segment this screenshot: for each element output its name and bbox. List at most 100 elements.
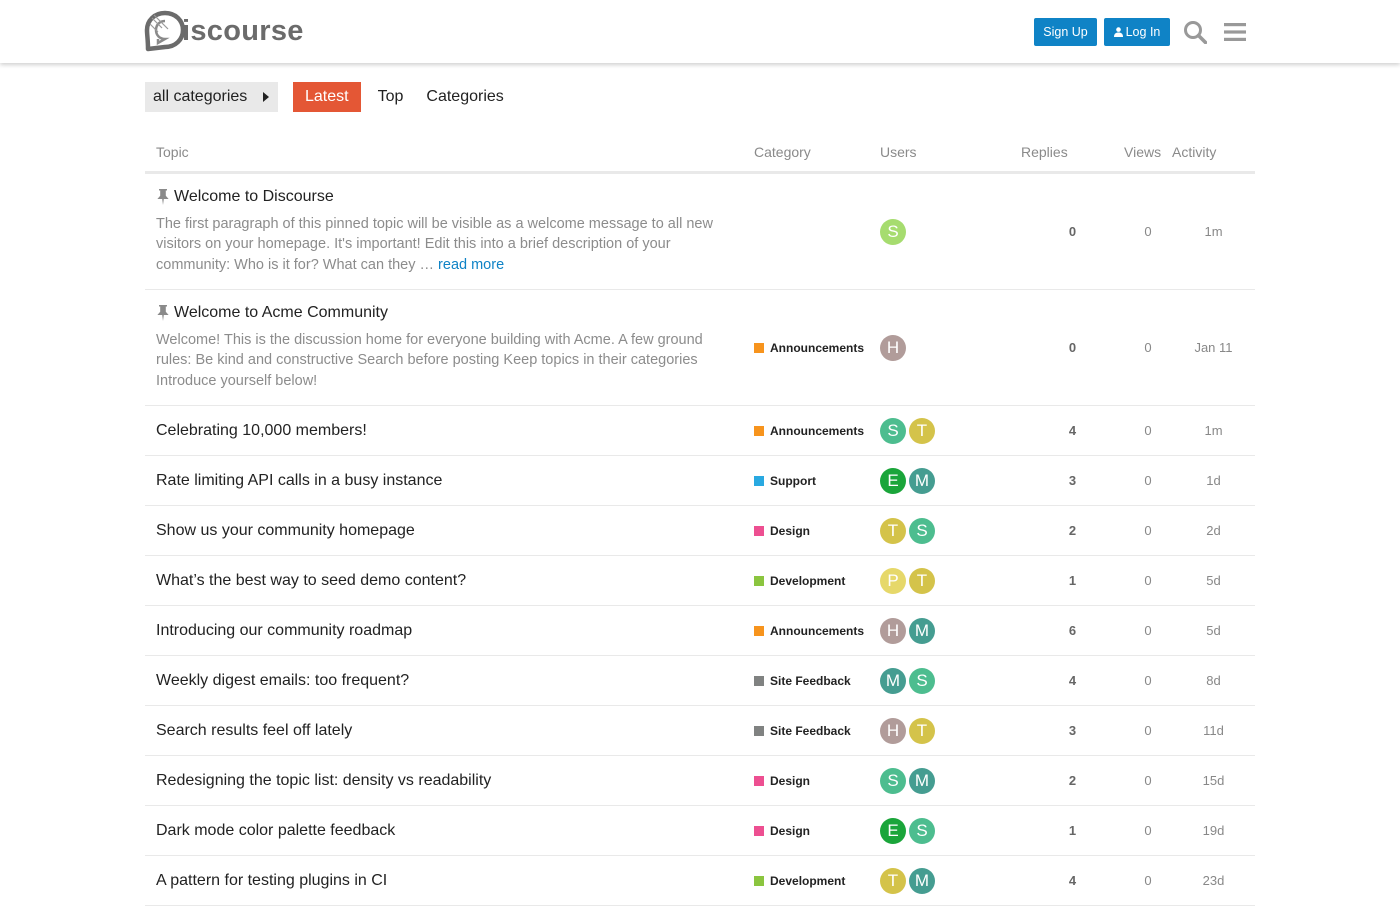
topic-row[interactable]: Rate limiting API calls in a busy instan…	[145, 455, 1255, 506]
topic-title-link[interactable]: Rate limiting API calls in a busy instan…	[156, 472, 442, 490]
hamburger-menu-icon[interactable]	[1221, 18, 1249, 46]
activity-time[interactable]: 1m	[1172, 172, 1255, 290]
users-cell: PT	[880, 555, 1021, 606]
avatar[interactable]: M	[880, 667, 906, 694]
avatar[interactable]: S	[909, 817, 935, 844]
topic-row[interactable]: Weekly digest emails: too frequent? Site …	[145, 655, 1255, 706]
avatar[interactable]: M	[909, 867, 935, 894]
topic-cell: Weekly digest emails: too frequent?	[145, 655, 754, 706]
topic-title-link[interactable]: Weekly digest emails: too frequent?	[156, 672, 409, 690]
topic-title-line: Celebrating 10,000 members!	[156, 422, 754, 440]
topic-title-link[interactable]: Show us your community homepage	[156, 522, 415, 540]
avatar[interactable]: S	[909, 517, 935, 544]
activity-time[interactable]: 11d	[1172, 705, 1255, 756]
activity-time[interactable]: 19d	[1172, 805, 1255, 856]
activity-time[interactable]: 23d	[1172, 855, 1255, 906]
activity-time[interactable]: 1d	[1172, 455, 1255, 506]
column-header-replies[interactable]: Replies	[1021, 133, 1124, 174]
users-cell: MS	[880, 655, 1021, 706]
topic-title-link[interactable]: A pattern for testing plugins in CI	[156, 872, 387, 890]
activity-time[interactable]: 2d	[1172, 505, 1255, 556]
avatar[interactable]: H	[880, 717, 906, 744]
sign-up-button[interactable]: Sign Up	[1034, 18, 1097, 46]
avatar[interactable]: M	[909, 617, 935, 644]
topic-title-link[interactable]: Dark mode color palette feedback	[156, 822, 395, 840]
topic-row[interactable]: A pattern for testing plugins in CI Devel…	[145, 855, 1255, 906]
topic-cell: A pattern for testing plugins in CI	[145, 855, 754, 906]
tab-latest[interactable]: Latest	[293, 82, 361, 112]
avatar[interactable]: H	[880, 334, 906, 361]
activity-time[interactable]: 1m	[1172, 405, 1255, 456]
topic-row[interactable]: What’s the best way to seed demo content…	[145, 555, 1255, 606]
topic-excerpt: Welcome! This is the discussion home for…	[156, 330, 754, 392]
pin-icon	[156, 304, 170, 321]
category-badge[interactable]: Support	[754, 474, 880, 488]
topic-title-link[interactable]: Search results feel off lately	[156, 722, 352, 740]
log-in-button[interactable]: Log In	[1104, 18, 1170, 46]
topic-title-link[interactable]: Welcome to Acme Community	[174, 304, 388, 322]
category-badge[interactable]: Development	[754, 574, 880, 588]
category-badge[interactable]: Site Feedback	[754, 674, 880, 688]
topic-row[interactable]: Welcome to Discourse The first paragraph …	[145, 172, 1255, 290]
avatar[interactable]: T	[880, 867, 906, 894]
activity-time[interactable]: 8d	[1172, 655, 1255, 706]
views-count: 0	[1124, 172, 1172, 290]
avatar[interactable]: H	[880, 617, 906, 644]
read-more-link[interactable]: read more	[438, 257, 504, 273]
avatar[interactable]: T	[909, 417, 935, 444]
category-name: Announcements	[770, 340, 865, 355]
activity-time[interactable]: 5d	[1172, 555, 1255, 606]
topic-row[interactable]: Celebrating 10,000 members! Announcements…	[145, 405, 1255, 456]
category-dropdown[interactable]: all categories	[145, 82, 278, 112]
avatar[interactable]: M	[909, 467, 935, 494]
topic-excerpt: The first paragraph of this pinned topic…	[156, 214, 754, 276]
views-count: 0	[1124, 655, 1172, 706]
avatar[interactable]: E	[880, 817, 906, 844]
column-header-views[interactable]: Views	[1124, 133, 1172, 174]
category-badge[interactable]: Design	[754, 824, 880, 838]
topic-title-link[interactable]: Celebrating 10,000 members!	[156, 422, 367, 440]
avatar[interactable]: T	[909, 567, 935, 594]
tab-categories[interactable]: Categories	[414, 82, 515, 112]
category-badge[interactable]: Announcements	[754, 341, 880, 355]
category-badge[interactable]: Development	[754, 874, 880, 888]
category-badge[interactable]: Announcements	[754, 624, 880, 638]
topic-title-link[interactable]: Redesigning the topic list: density vs r…	[156, 772, 491, 790]
category-badge[interactable]: Design	[754, 774, 880, 788]
avatar[interactable]: P	[880, 567, 906, 594]
replies-count: 1	[1021, 805, 1124, 856]
topic-row[interactable]: Show us your community homepage Design T S 2…	[145, 505, 1255, 556]
tab-top[interactable]: Top	[366, 82, 416, 112]
avatar[interactable]: E	[880, 467, 906, 494]
activity-time[interactable]: 5d	[1172, 605, 1255, 656]
topic-row[interactable]: Introducing our community roadmap Announc…	[145, 605, 1255, 656]
search-icon[interactable]	[1181, 18, 1209, 46]
avatar[interactable]: S	[880, 767, 906, 794]
avatar[interactable]: S	[909, 667, 935, 694]
avatar[interactable]: S	[880, 417, 906, 444]
avatar[interactable]: T	[909, 717, 935, 744]
avatar[interactable]: S	[880, 218, 906, 245]
activity-time[interactable]: Jan 11	[1172, 289, 1255, 406]
topic-row[interactable]: Search results feel off lately Site Feedb…	[145, 705, 1255, 756]
views-count: 0	[1124, 855, 1172, 906]
replies-count: 2	[1021, 505, 1124, 556]
category-badge[interactable]: Announcements	[754, 424, 880, 438]
site-logo[interactable]: iscourse	[144, 9, 304, 53]
replies-count: 0	[1021, 172, 1124, 290]
topic-row[interactable]: Welcome to Acme Community Welcome! This i…	[145, 289, 1255, 406]
category-badge[interactable]: Design	[754, 524, 880, 538]
column-header-activity[interactable]: Activity	[1172, 133, 1255, 174]
replies-count: 4	[1021, 855, 1124, 906]
topic-title-link[interactable]: Introducing our community roadmap	[156, 622, 412, 640]
topic-title-link[interactable]: Welcome to Discourse	[174, 188, 334, 206]
topic-title-link[interactable]: What’s the best way to seed demo content…	[156, 572, 466, 590]
avatar[interactable]: M	[909, 767, 935, 794]
activity-time[interactable]: 15d	[1172, 755, 1255, 806]
column-header-topic[interactable]: Topic	[145, 133, 754, 174]
category-badge[interactable]: Site Feedback	[754, 724, 880, 738]
avatar[interactable]: T	[880, 517, 906, 544]
topic-row[interactable]: Redesigning the topic list: density vs r…	[145, 755, 1255, 806]
replies-count: 1	[1021, 555, 1124, 606]
topic-row[interactable]: Dark mode color palette feedback Design E S…	[145, 805, 1255, 856]
